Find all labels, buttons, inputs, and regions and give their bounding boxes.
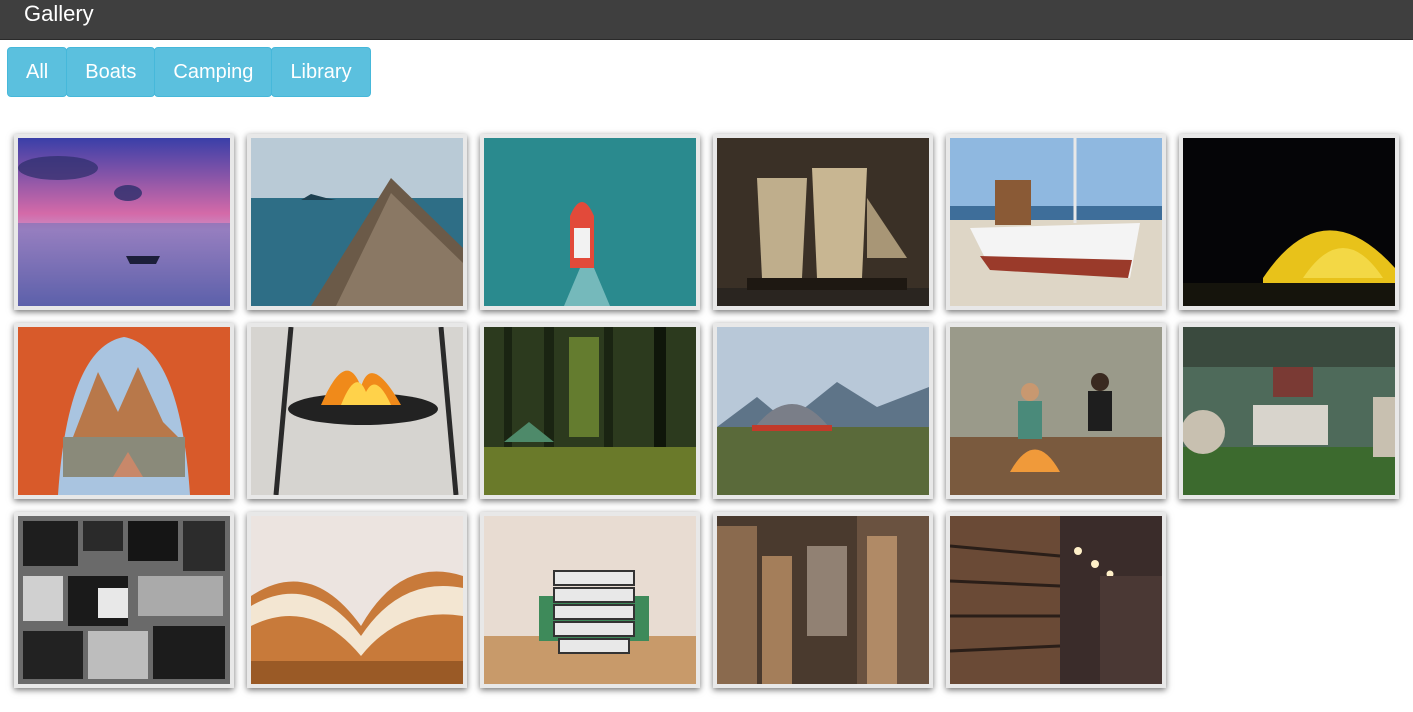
filter-boats-button[interactable]: Boats bbox=[66, 47, 156, 97]
photo-yellow-tent-night[interactable] bbox=[1179, 134, 1399, 310]
photo-rowboat-sunset[interactable] bbox=[14, 134, 234, 310]
photo-image bbox=[484, 516, 696, 684]
photo-piles-of-books[interactable] bbox=[713, 512, 933, 688]
photo-tent-in-forest[interactable] bbox=[480, 323, 700, 499]
photo-tent-view-mountains[interactable] bbox=[14, 323, 234, 499]
photo-speedboat[interactable] bbox=[480, 134, 700, 310]
photo-image bbox=[717, 516, 929, 684]
photo-open-book[interactable] bbox=[247, 512, 467, 688]
photo-image bbox=[251, 516, 463, 684]
photo-longtail-boat[interactable] bbox=[247, 134, 467, 310]
photo-image bbox=[484, 327, 696, 495]
filter-camping-button[interactable]: Camping bbox=[154, 47, 273, 97]
photo-glamping-tent[interactable] bbox=[1179, 323, 1399, 499]
top-bar: Gallery bbox=[0, 0, 1413, 40]
photo-campfire-grill[interactable] bbox=[247, 323, 467, 499]
photo-book-stack-person[interactable] bbox=[480, 512, 700, 688]
filter-button-group: All Boats Camping Library bbox=[7, 47, 371, 97]
photo-image bbox=[251, 327, 463, 495]
filter-library-button[interactable]: Library bbox=[271, 47, 371, 97]
filter-all-button[interactable]: All bbox=[7, 47, 68, 97]
photo-image bbox=[950, 327, 1162, 495]
photo-books-speakers-wall[interactable] bbox=[14, 512, 234, 688]
photo-library-shelves[interactable] bbox=[946, 512, 1166, 688]
photo-tent-mountain-meadow[interactable] bbox=[713, 323, 933, 499]
photo-fishing-boat-beach[interactable] bbox=[946, 134, 1166, 310]
photo-image bbox=[18, 138, 230, 306]
photo-image bbox=[251, 138, 463, 306]
photo-image bbox=[950, 516, 1162, 684]
photo-image bbox=[717, 138, 929, 306]
photo-image bbox=[484, 138, 696, 306]
photo-image bbox=[18, 327, 230, 495]
photo-image bbox=[18, 516, 230, 684]
photo-image bbox=[717, 327, 929, 495]
page-title: Gallery bbox=[24, 1, 94, 26]
photo-tall-ship[interactable] bbox=[713, 134, 933, 310]
photo-image bbox=[1183, 138, 1395, 306]
photo-image bbox=[1183, 327, 1395, 495]
photo-image bbox=[950, 138, 1162, 306]
photo-campfire-two-people[interactable] bbox=[946, 323, 1166, 499]
